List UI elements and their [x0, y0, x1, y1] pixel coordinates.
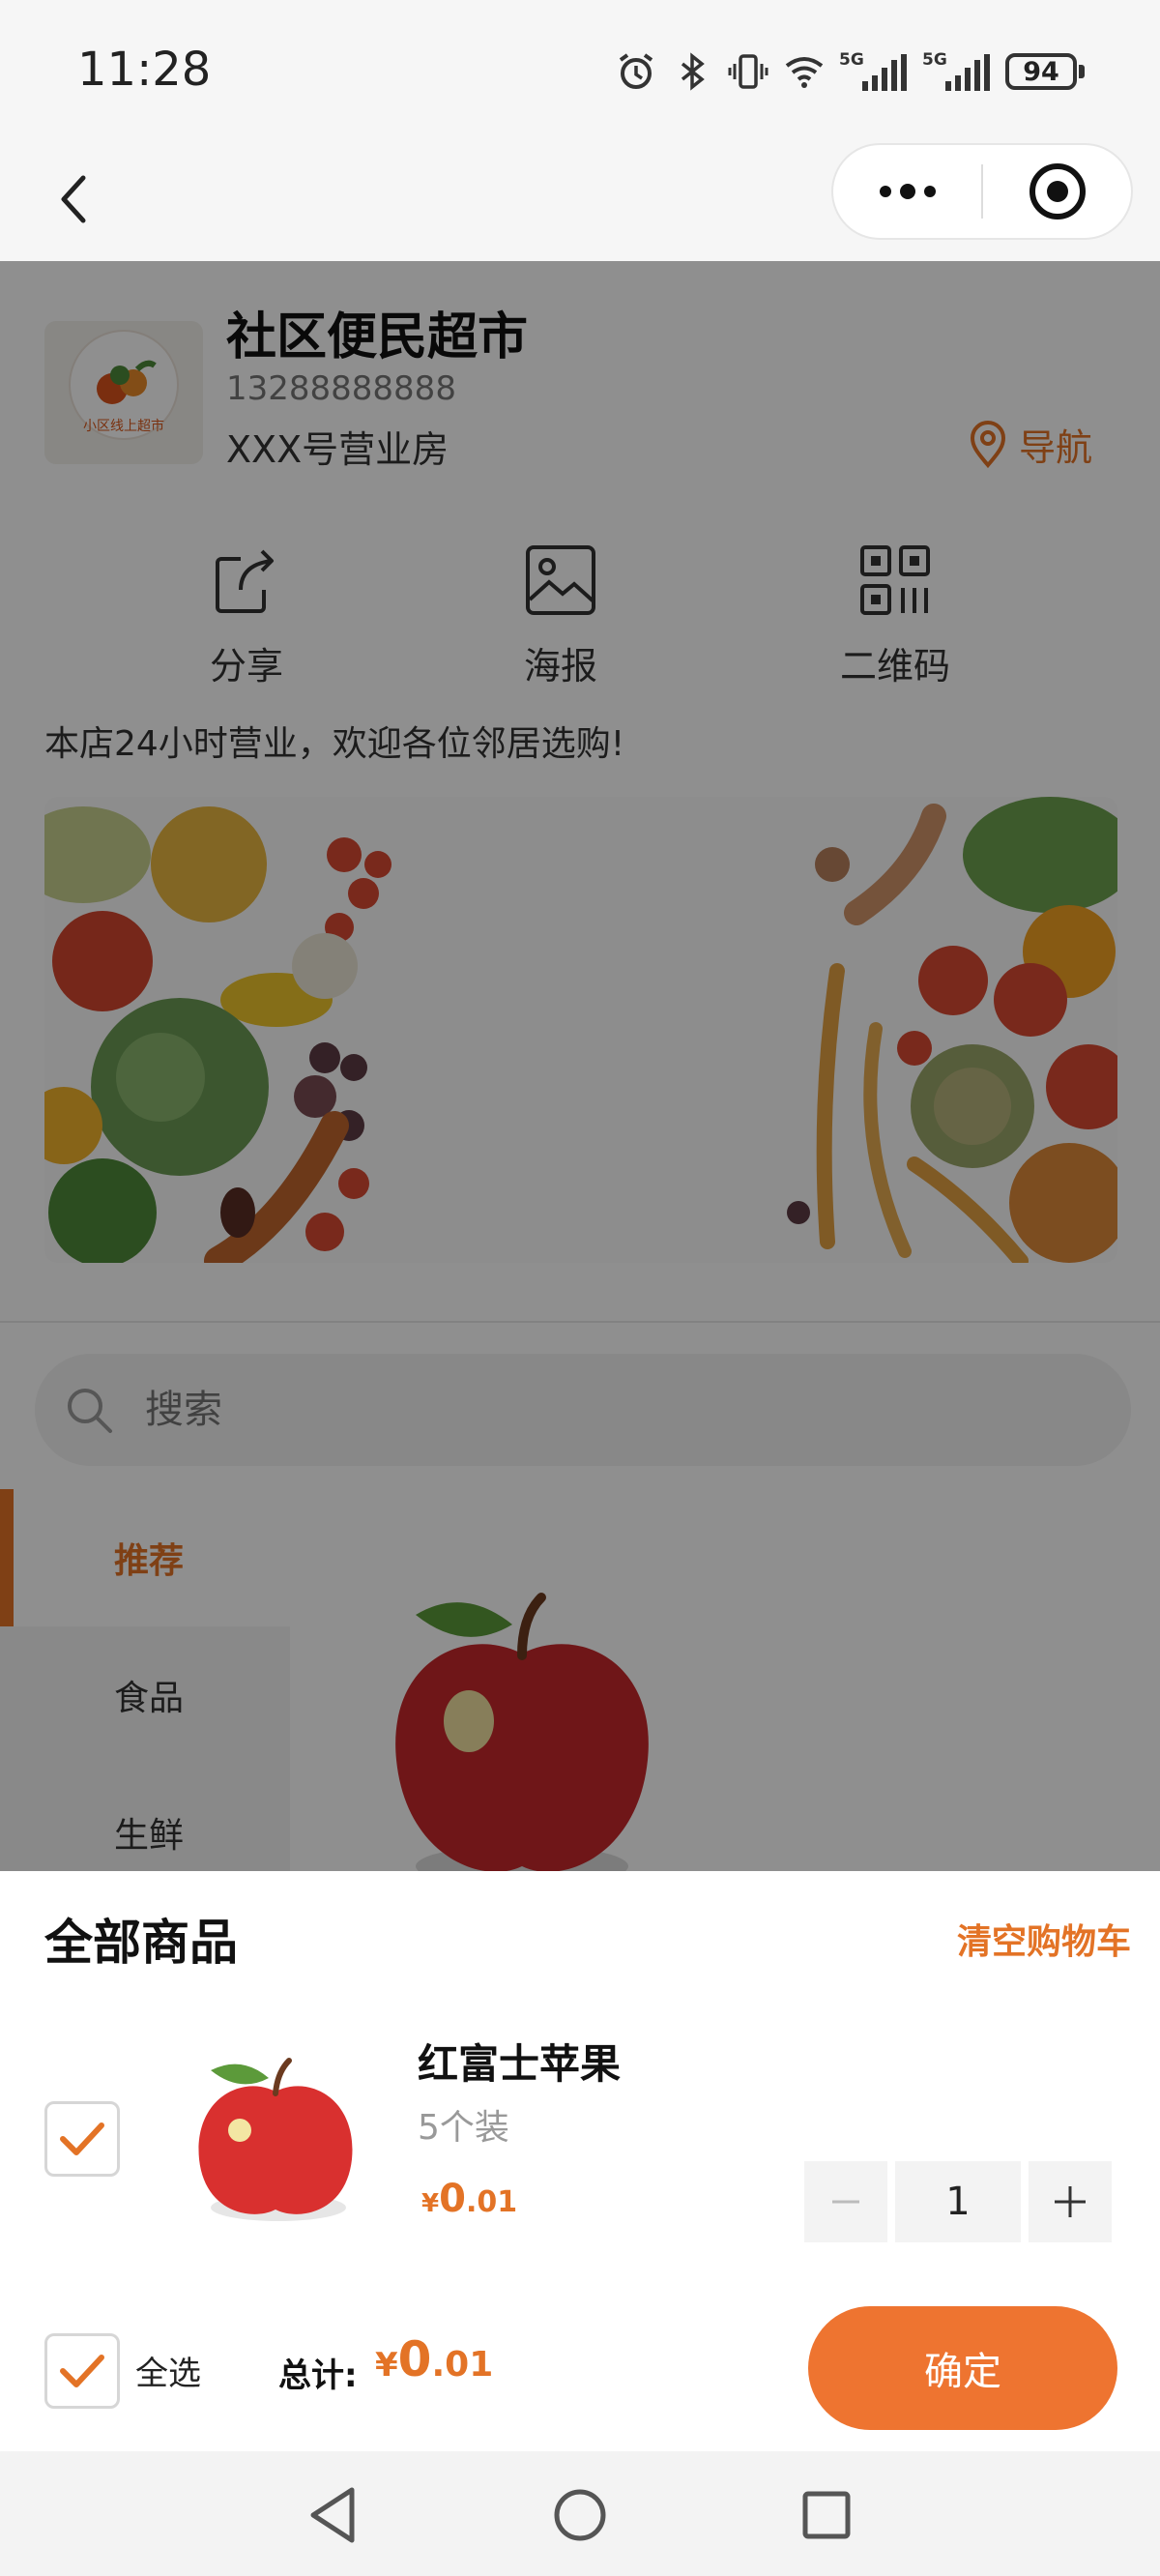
select-all-checkbox[interactable]	[44, 2333, 120, 2409]
vibrate-icon	[728, 54, 768, 89]
cart-item-name: 红富士苹果	[418, 2040, 622, 2088]
plus-icon	[1055, 2186, 1086, 2217]
bluetooth-icon	[681, 52, 705, 91]
quantity-stepper: 1	[804, 2161, 1112, 2242]
dim-overlay[interactable]	[0, 261, 1160, 1871]
signal-bars	[945, 54, 990, 91]
more-button[interactable]	[833, 145, 981, 238]
price-decimal: .01	[465, 2185, 518, 2219]
total-decimal: .01	[431, 2345, 494, 2385]
cart-item-spec: 5个装	[418, 2108, 509, 2148]
cart-sheet: 全部商品 清空购物车 红富士苹果 5个装 ¥0.01 1 全选 总计: ¥0.0…	[0, 1871, 1160, 2451]
signal-bars	[862, 54, 907, 91]
chevron-left-icon[interactable]	[43, 161, 120, 238]
total-currency: ¥	[375, 2346, 398, 2385]
decrease-button[interactable]	[804, 2161, 887, 2242]
target-icon	[1029, 163, 1086, 220]
price-integer: 0	[439, 2177, 466, 2221]
signal-icon: 5G	[922, 50, 992, 93]
battery-icon: 94	[1005, 53, 1085, 90]
total-integer: 0	[397, 2331, 432, 2387]
wifi-icon	[785, 57, 824, 88]
check-icon	[60, 2122, 104, 2155]
price-currency: ¥	[421, 2189, 440, 2218]
signal-icon: 5G	[839, 50, 909, 93]
status-time: 11:28	[77, 43, 212, 97]
nav-header	[0, 143, 1160, 261]
cart-item-price: ¥0.01	[421, 2177, 517, 2221]
back-triangle-icon[interactable]	[296, 2476, 373, 2554]
total-value: ¥0.01	[375, 2331, 493, 2387]
cart-title: 全部商品	[44, 1915, 238, 1971]
confirm-button[interactable]: 确定	[808, 2306, 1117, 2430]
item-checkbox[interactable]	[44, 2101, 120, 2177]
mini-program-capsule	[831, 143, 1133, 240]
more-dots-icon	[879, 184, 936, 199]
alarm-icon	[619, 53, 653, 89]
clear-cart-button[interactable]: 清空购物车	[957, 1914, 1131, 1964]
status-bar: 11:28 5G 5G 94	[0, 0, 1160, 145]
home-circle-icon[interactable]	[541, 2476, 619, 2554]
check-icon	[60, 2355, 104, 2387]
cart-item-image	[198, 2058, 353, 2221]
status-icons: 5G 5G 94	[615, 44, 1085, 99]
battery-nub	[1079, 65, 1085, 78]
total-label: 总计:	[278, 2356, 358, 2395]
quantity-value[interactable]: 1	[895, 2161, 1021, 2242]
recents-square-icon[interactable]	[788, 2476, 865, 2554]
select-all-label[interactable]: 全选	[135, 2347, 201, 2394]
minus-icon	[832, 2200, 859, 2204]
system-navigation-bar	[0, 2451, 1160, 2576]
close-miniprogram-button[interactable]	[983, 145, 1131, 238]
battery-level: 94	[1005, 53, 1077, 90]
increase-button[interactable]	[1029, 2161, 1112, 2242]
